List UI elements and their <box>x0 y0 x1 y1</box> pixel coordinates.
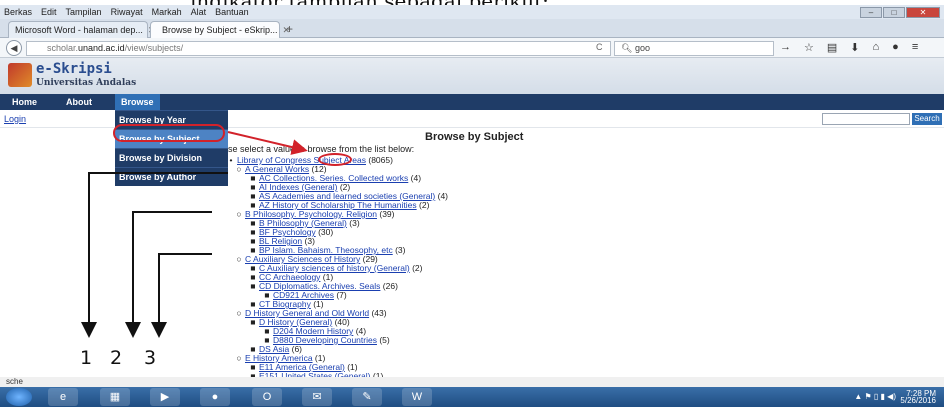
annotation-number-1: 1 <box>80 347 93 369</box>
status-bar: sche <box>0 377 944 387</box>
callout-arrow-3 <box>151 253 212 338</box>
windows-taskbar: e ▦ ▶ ● O ✉ ✎ W ▲ ⚑ ▯ ▮ ◀) 7:28 PM 5/26/… <box>0 387 944 407</box>
start-button-icon[interactable] <box>6 388 32 406</box>
media-player-icon[interactable]: ▶ <box>150 388 180 406</box>
mail-icon[interactable]: ✉ <box>302 388 332 406</box>
word-icon[interactable]: W <box>402 388 432 406</box>
tray-icons: ▲ ⚑ ▯ ▮ ◀) <box>854 392 896 401</box>
annotation-number-2: 2 <box>110 347 123 369</box>
paint-icon[interactable]: ✎ <box>352 388 382 406</box>
callout-arrow-2 <box>125 211 212 338</box>
red-pointer-arrow <box>227 131 308 155</box>
annotation-overlay <box>81 131 308 338</box>
ie-browser-icon[interactable]: e <box>48 388 78 406</box>
firefox-icon[interactable]: ● <box>200 388 230 406</box>
annotation-number-3: 3 <box>144 347 157 369</box>
clock-date: 5/26/2016 <box>900 396 936 405</box>
file-explorer-icon[interactable]: ▦ <box>100 388 130 406</box>
opera-icon[interactable]: O <box>252 388 282 406</box>
clock[interactable]: 7:28 PM 5/26/2016 <box>900 390 936 405</box>
